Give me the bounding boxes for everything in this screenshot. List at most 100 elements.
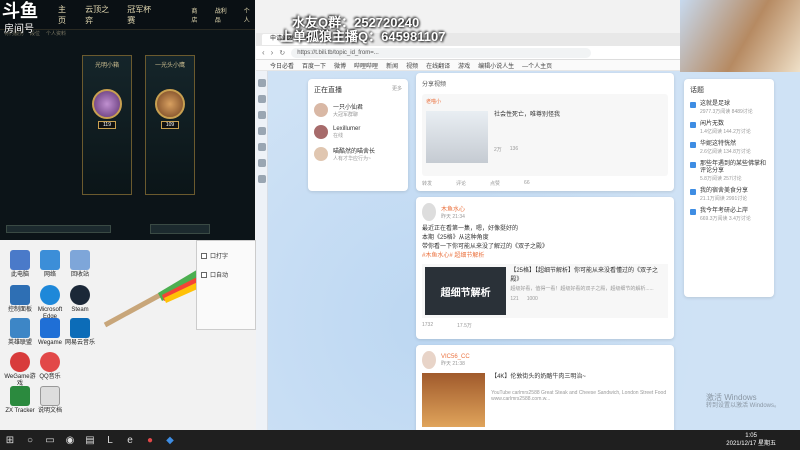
topic-icon [690,122,696,128]
game-play-button[interactable] [150,224,210,234]
taskbar: ⊞ ○ ▭ ◉ ▤ L e ● ◆ 1:05 2021/12/17 星期五 [0,430,800,450]
file-explorer-icon[interactable]: ▤ [80,430,100,450]
bookmark-item[interactable]: 哔哩哔哩 [354,61,378,70]
bookmark-item[interactable]: 今日必看 [270,61,294,70]
desktop-icon-recycle[interactable]: 回收站 [62,250,98,279]
sidebar-settings-icon[interactable] [258,175,266,183]
desktop-icon-steam[interactable]: Steam [62,285,98,314]
topic-icon [690,142,696,148]
avatar [314,147,328,161]
sidebar-star-icon[interactable] [258,95,266,103]
bookmark-item[interactable]: —个人主页 [522,61,552,70]
like-count[interactable]: 17.5万 [457,322,472,329]
video-thumbnail[interactable] [426,111,488,163]
document-icon [40,386,60,406]
game-nav-tft[interactable]: 云顶之弈 [85,4,115,26]
desktop-icon-netease-music[interactable]: 网易云音乐 [62,318,98,347]
video-thumbnail[interactable]: 超细节解析 [425,267,507,315]
avatar[interactable] [422,351,436,369]
system-clock[interactable]: 1:05 2021/12/17 星期五 [726,432,776,448]
desktop-icon-qq-music[interactable]: QQ音乐 [32,352,68,381]
topic-icon [690,189,696,195]
search-icon[interactable]: ○ [20,430,40,450]
repost-button[interactable]: 转发 [422,180,432,187]
browser-taskbar-icon[interactable]: ◆ [160,430,180,450]
game-nav-store[interactable]: 商店 [191,6,202,24]
game-card-1[interactable]: 一光头小鹰 109 [145,55,195,195]
topic-item[interactable]: 华妮这特恍然 2.6亿阅读 134.8万讨论 [690,141,768,155]
edge-taskbar-icon[interactable]: e [120,430,140,450]
topic-item[interactable]: 这就是足球 2977.3万阅读 8489讨论 [690,101,768,115]
game-nav-home[interactable]: 主页 [58,4,73,26]
bookmark-item[interactable]: 视频 [406,61,418,70]
weibo-content: 正在直播 更多 一只小仙君 大冠军群聊 Lexillumer 在线 喵酷然的喵舍长人… [268,71,800,430]
game-nav-profile[interactable]: 个人 [244,6,255,24]
sidebar-download-icon[interactable] [258,143,266,151]
recycle-bin-icon [70,250,90,270]
browser-window: 申请停发等验证码 ‹ › ↻ https://t.bili.tb/topic_i… [256,33,800,430]
dialog-option[interactable]: 口自动 [201,270,251,279]
qq-music-taskbar-icon[interactable]: ● [140,430,160,450]
live-more-link[interactable]: 更多 [392,85,402,95]
refresh-icon[interactable]: ↻ [279,49,285,57]
comment-count[interactable]: 1732 [422,322,433,329]
like-count: 66 [524,180,530,186]
sidebar-search-icon[interactable] [258,111,266,119]
like-button[interactable]: 点赞 [490,180,500,187]
windows-start-icon[interactable]: ⊞ [0,430,20,450]
live-panel: 正在直播 更多 一只小仙君 大冠军群聊 Lexillumer 在线 喵酷然的喵舍长人… [308,79,408,191]
summoner-icon [92,89,122,119]
game-card-0[interactable]: 光明小箱 119 [82,55,132,195]
qq-music-icon [40,352,60,372]
forward-icon[interactable]: › [271,48,274,57]
topic-item[interactable]: 闲片无数 1.4亿阅读 144.2万讨论 [690,121,768,135]
brush-cursor-image [103,265,205,328]
bookmark-item[interactable]: 游戏 [458,61,470,70]
topic-item[interactable]: 我的宿舍美食分享 21.1万阅读 2991讨论 [690,188,768,202]
bookmark-item[interactable]: 新闻 [386,61,398,70]
avatar [314,125,328,139]
dialog-option[interactable]: 口打字 [201,251,251,260]
sidebar-home-icon[interactable] [258,79,266,87]
edge-icon [40,285,60,305]
comment-button[interactable]: 评论 [456,180,466,187]
topic-item[interactable]: 我今年考研必上岸 669.3万阅读 3.4万讨论 [690,208,768,222]
settings-dialog: 口打字 口自动 [196,240,256,330]
video-card[interactable]: 超细节解析 【25格】【超细节解析】你可能从来没看懂过的《双子之殿》 超级好看，… [422,264,668,318]
sidebar-history-icon[interactable] [258,127,266,135]
bookmark-item[interactable]: 百度一下 [302,61,326,70]
live-item[interactable]: 喵酷然的喵舍长 人有才华应行为~ [314,146,402,162]
desktop-icon-document[interactable]: 说明文档 [32,386,68,415]
game-nav-champions[interactable]: 冠军杯赛 [127,4,157,26]
game-chat-input[interactable] [6,225,111,233]
post-hashtag[interactable]: #木鱼水心# 超细节解析 [422,252,668,261]
league-icon [10,318,30,338]
live-item[interactable]: Lexillumer 在线 [314,125,402,139]
live-item[interactable]: 一只小仙君 大冠军群聊 [314,102,402,118]
bookmark-item[interactable]: 在线翻译 [426,61,450,70]
topic-icon [690,162,696,168]
address-bar[interactable]: https://t.bili.tb/topic_id_from=... [291,47,592,58]
checkbox[interactable] [201,252,207,259]
game-nav-loot[interactable]: 战利品 [215,6,232,24]
tracker-icon [10,386,30,406]
network-icon [40,250,60,270]
avatar[interactable] [422,203,436,221]
shared-card[interactable]: 老喵小 社会性死亡，唯尊别怪我 2万 136 [422,94,668,176]
checkbox[interactable] [201,271,207,278]
obs-icon[interactable]: ◉ [60,430,80,450]
host-qq-overlay: 上单孤狼主播Q：645981107 [280,29,446,44]
bookmark-item[interactable]: 编辑小说人生 [478,61,514,70]
sidebar-note-icon[interactable] [258,159,266,167]
task-view-icon[interactable]: ▭ [40,430,60,450]
computer-icon [10,250,30,270]
back-icon[interactable]: ‹ [262,48,265,57]
browser-sidebar [256,71,268,430]
bookmark-item[interactable]: 微博 [334,61,346,70]
video-thumbnail[interactable] [422,373,486,427]
topic-icon [690,102,696,108]
topic-icon [690,209,696,215]
weibo-post-shared: 分享视频 老喵小 社会性死亡，唯尊别怪我 2万 136 转发 评论 点赞 66 [416,73,674,191]
league-client-icon[interactable]: L [100,430,120,450]
topic-item[interactable]: 那些年遇到的某些佛掌和评论分享 5.8万阅读 257讨论 [690,161,768,182]
